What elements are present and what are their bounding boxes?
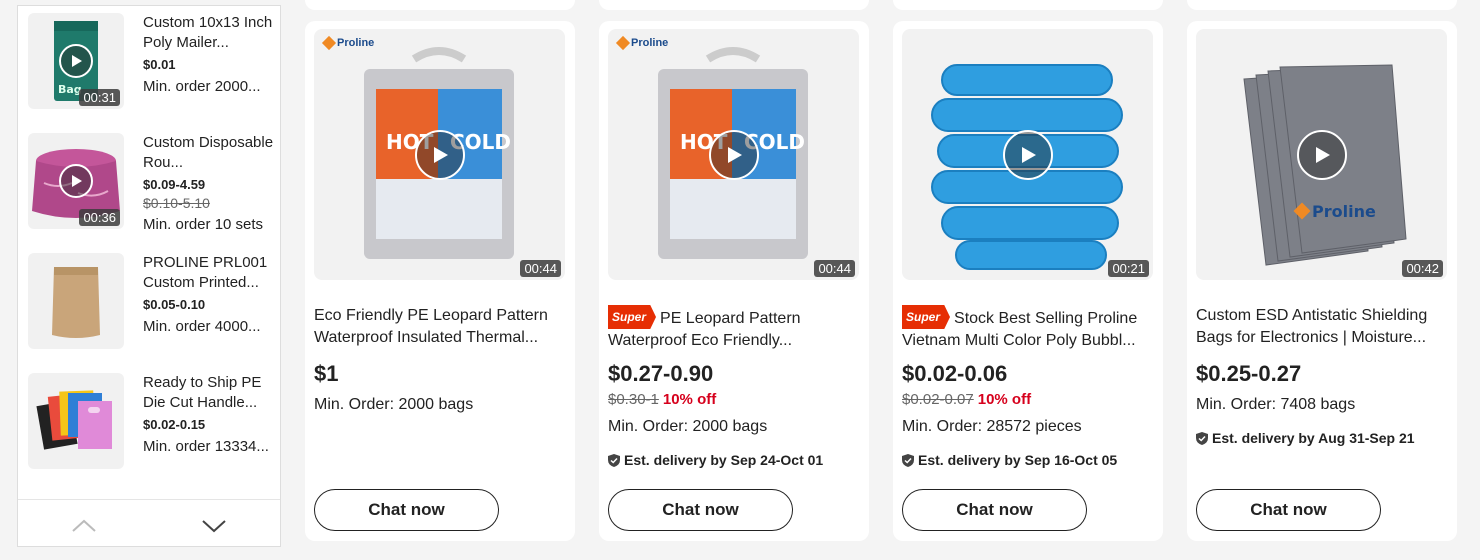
sidebar-item[interactable]: Ready to Ship PE Die Cut Handle... $0.02… — [28, 373, 278, 473]
related-products-sidebar: Bag 00:31 Custom 10x13 Inch Poly Mailer.… — [17, 5, 281, 547]
sidebar-item-title[interactable]: PROLINE PRL001 Custom Printed... — [143, 253, 283, 293]
product-title[interactable]: Custom ESD Antistatic Shielding Bags for… — [1196, 305, 1448, 349]
product-image[interactable]: Proline HOT COLD 00:44 — [314, 29, 565, 280]
shield-check-icon — [1196, 431, 1208, 445]
video-duration: 00:44 — [814, 260, 855, 277]
play-icon[interactable] — [59, 44, 93, 78]
brand-logo: Proline — [615, 35, 668, 51]
product-moq: Min. Order: 2000 bags — [608, 418, 768, 435]
discount-badge: 10% off — [977, 391, 1032, 408]
product-moq: Min. Order: 28572 pieces — [902, 418, 1082, 435]
product-title[interactable]: Super Stock Best Selling Proline Vietnam … — [902, 305, 1154, 349]
product-moq: Min. Order: 2000 bags — [314, 396, 474, 413]
delivery-text: Est. delivery by Sep 16-Oct 05 — [918, 452, 1118, 468]
brand-logo-text: Proline — [1312, 202, 1376, 221]
sidebar-item[interactable]: Bag 00:31 Custom 10x13 Inch Poly Mailer.… — [28, 13, 278, 113]
product-thumbnail[interactable]: Bag 00:31 — [28, 13, 124, 109]
discount-badge: 10% off — [662, 391, 717, 408]
product-old-price-row: $0.02-0.07 10% off — [902, 391, 1031, 408]
sidebar-item-moq: Min. order 4000... — [143, 318, 261, 335]
product-card[interactable]: Proline 00:42 Custom ESD Antistatic Shie… — [1187, 21, 1457, 541]
divider — [18, 499, 280, 500]
sidebar-item[interactable]: PROLINE PRL001 Custom Printed... $0.05-0… — [28, 253, 278, 353]
delivery-estimate: Est. delivery by Aug 31-Sep 21 — [1196, 430, 1415, 446]
video-duration: 00:42 — [1402, 260, 1443, 277]
shield-check-icon — [608, 453, 620, 467]
colorful-bags-icon — [36, 390, 112, 450]
product-image[interactable]: Proline 00:42 — [1196, 29, 1447, 280]
sidebar-item-moq: Min. order 10 sets — [143, 216, 264, 233]
product-card[interactable]: Proline HOT COLD 00:44 Super PE Leopard P… — [599, 21, 869, 541]
delivery-estimate: Est. delivery by Sep 16-Oct 05 — [902, 452, 1117, 468]
product-title[interactable]: Super PE Leopard Pattern Waterproof Eco F… — [608, 305, 860, 349]
product-old-price: $0.30-1 — [608, 391, 659, 408]
product-moq: Min. Order: 7408 bags — [1196, 396, 1356, 413]
product-price: $0.02-0.06 — [902, 361, 1008, 386]
card-stub — [1187, 0, 1457, 10]
product-price: $0.27-0.90 — [608, 361, 714, 386]
product-price: $0.25-0.27 — [1196, 361, 1302, 386]
product-old-price-row: $0.30-1 10% off — [608, 391, 716, 408]
sidebar-item-title[interactable]: Custom Disposable Rou... — [143, 133, 283, 173]
product-thumbnail[interactable]: 00:36 — [28, 133, 124, 229]
product-image[interactable]: 00:21 — [902, 29, 1153, 280]
sidebar-item-price: $0.01 — [143, 57, 176, 72]
sidebar-item-price: $0.02-0.15 — [143, 417, 206, 432]
chat-now-button[interactable]: Chat now — [902, 489, 1087, 531]
delivery-estimate: Est. delivery by Sep 24-Oct 01 — [608, 452, 823, 468]
play-icon[interactable] — [1297, 130, 1347, 180]
delivery-text: Est. delivery by Sep 24-Oct 01 — [624, 452, 824, 468]
product-price: $1 — [314, 361, 339, 386]
delivery-text: Est. delivery by Aug 31-Sep 21 — [1212, 430, 1415, 446]
chevron-up-icon[interactable] — [64, 511, 104, 541]
video-duration: 00:44 — [520, 260, 561, 277]
chat-now-button[interactable]: Chat now — [314, 489, 499, 531]
video-duration: 00:21 — [1108, 260, 1149, 277]
super-supplier-badge: Super — [608, 305, 657, 329]
kraft-pouch-icon — [52, 267, 100, 338]
play-icon[interactable] — [415, 130, 465, 180]
product-title[interactable]: Eco Friendly PE Leopard Pattern Waterpro… — [314, 305, 566, 349]
sidebar-item-title[interactable]: Custom 10x13 Inch Poly Mailer... — [143, 13, 283, 53]
svg-text:Bag: Bag — [58, 83, 82, 96]
sidebar-item-title[interactable]: Ready to Ship PE Die Cut Handle... — [143, 373, 283, 413]
product-old-price: $0.02-0.07 — [902, 391, 974, 408]
card-stub — [893, 0, 1163, 10]
play-icon[interactable] — [1003, 130, 1053, 180]
sidebar-item-moq: Min. order 2000... — [143, 78, 261, 95]
sidebar-item-old-price: $0.10-5.10 — [143, 195, 210, 211]
sidebar-item-price: $0.05-0.10 — [143, 297, 206, 312]
sidebar-item-price: $0.09-4.59 — [143, 177, 206, 192]
sidebar-item-moq: Min. order 13334... — [143, 438, 269, 455]
shield-check-icon — [902, 453, 914, 467]
chat-now-button[interactable]: Chat now — [1196, 489, 1381, 531]
product-card[interactable]: 00:21 Super Stock Best Selling Proline Vi… — [893, 21, 1163, 541]
chevron-down-icon[interactable] — [194, 511, 234, 541]
play-icon[interactable] — [709, 130, 759, 180]
product-image[interactable]: Proline HOT COLD 00:44 — [608, 29, 859, 280]
chat-now-button[interactable]: Chat now — [608, 489, 793, 531]
brand-logo: Proline — [321, 35, 374, 51]
sidebar-item[interactable]: 00:36 Custom Disposable Rou... $0.09-4.5… — [28, 133, 278, 233]
product-thumbnail[interactable] — [28, 373, 124, 469]
super-supplier-badge: Super — [902, 305, 951, 329]
product-thumbnail[interactable] — [28, 253, 124, 349]
video-duration: 00:31 — [79, 89, 120, 106]
product-card[interactable]: Proline HOT COLD 00:44 Eco Friendly PE L… — [305, 21, 575, 541]
card-stub — [599, 0, 869, 10]
play-icon[interactable] — [59, 164, 93, 198]
card-stub — [305, 0, 575, 10]
video-duration: 00:36 — [79, 209, 120, 226]
